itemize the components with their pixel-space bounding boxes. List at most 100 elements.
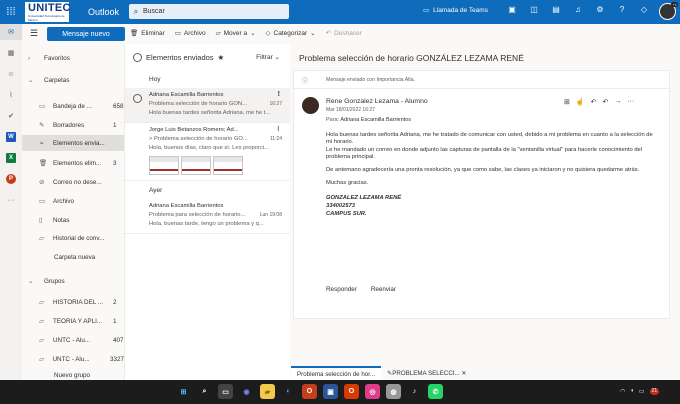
reply-all-icon[interactable]: ↶ bbox=[602, 98, 608, 106]
more-icon[interactable]: ··· bbox=[627, 98, 634, 106]
mail-icon[interactable]: ✉ bbox=[0, 24, 22, 40]
favorites-header[interactable]: › Favoritos bbox=[22, 50, 124, 66]
star-icon[interactable]: ★ bbox=[218, 53, 225, 62]
edge-icon[interactable]: ◐ bbox=[281, 384, 296, 399]
attachment-icon: ⌇ bbox=[276, 126, 280, 133]
tab-draft[interactable]: ✎ PROBLEMA SELECCI... ✕ bbox=[381, 366, 473, 380]
new-group-link[interactable]: Nuevo grupo bbox=[22, 370, 124, 380]
more-apps-icon[interactable]: ··· bbox=[0, 192, 22, 208]
inbox-icon: ▭ bbox=[39, 103, 46, 110]
groups-header[interactable]: ⌄ Grupos bbox=[22, 273, 124, 289]
forward-icon[interactable]: → bbox=[614, 98, 621, 106]
list-header: Elementos enviados ★ Filtrar ⌄ bbox=[125, 44, 290, 70]
taskbar-apps: ⊞ ⌕ ▭ ◉ ▰ ◐ O ▣ O ◎ ◍ ♪ ✆ bbox=[176, 384, 443, 399]
whatsapp-icon[interactable]: ✆ bbox=[428, 384, 443, 399]
my-day-icon[interactable]: ▤ bbox=[549, 5, 563, 14]
forward-button[interactable]: Reenviar bbox=[371, 286, 396, 293]
attachment-thumbnail[interactable] bbox=[213, 156, 243, 175]
list-item[interactable]: ! Adriana Escamilla Barrientos Problema … bbox=[125, 88, 290, 123]
meet-icon[interactable]: ▣ bbox=[505, 5, 519, 14]
search-input[interactable]: Buscar bbox=[143, 8, 165, 15]
file-explorer-icon[interactable]: ▰ bbox=[260, 384, 275, 399]
folder-item-junk[interactable]: ⊘ Correo no dese... bbox=[22, 174, 124, 190]
app-rail: ✉ ▦ ☺ ⌇ ✔ W X P ··· bbox=[0, 24, 22, 380]
word-icon[interactable]: W bbox=[6, 132, 16, 142]
sender-avatar[interactable] bbox=[302, 97, 319, 114]
feedback-icon[interactable]: ◇ bbox=[637, 5, 651, 14]
message-subject: Problema selección de horario GONZÁLEZ L… bbox=[299, 53, 524, 63]
onenote-icon[interactable]: ◫ bbox=[527, 5, 541, 14]
folder-item-notes[interactable]: ▯ Notas bbox=[22, 212, 124, 228]
apps-icon[interactable]: ⊞ bbox=[564, 98, 570, 106]
folders-header[interactable]: ⌄ Carpetas bbox=[22, 72, 124, 88]
new-folder-link[interactable]: Carpeta nueva bbox=[22, 249, 124, 265]
bell-icon[interactable]: ♫ bbox=[571, 5, 585, 14]
select-radio[interactable] bbox=[133, 94, 142, 103]
teams-call-button[interactable]: ▭ Llamada de Teams bbox=[423, 6, 488, 15]
search-icon[interactable]: ⌕ bbox=[197, 384, 212, 399]
calendar-icon[interactable]: ▦ bbox=[0, 45, 22, 61]
folder-item-inbox[interactable]: ▭ Bandeja de ... 658 bbox=[22, 98, 124, 114]
office-icon[interactable]: O bbox=[302, 384, 317, 399]
filter-button[interactable]: Filtrar ⌄ bbox=[256, 53, 280, 61]
command-bar: 🗑 Eliminar ▭ Archivo ▱ Mover a ⌄ ◇ Categoriza… bbox=[130, 24, 362, 42]
video-icon: ▭ bbox=[423, 7, 430, 14]
app-launcher-icon[interactable]: ⁞⁞⁞ bbox=[0, 0, 22, 24]
avatar[interactable]: +1 bbox=[659, 2, 678, 20]
archive-button[interactable]: ▭ Archivo bbox=[175, 29, 206, 38]
app-title[interactable]: Outlook bbox=[88, 7, 128, 17]
windows-start-icon[interactable]: ⊞ bbox=[176, 384, 191, 399]
notification-badge[interactable]: 21 bbox=[649, 388, 660, 395]
folder-item-sent[interactable]: ➢ Elementos envia... bbox=[22, 135, 124, 151]
undo-icon: ↶ bbox=[325, 30, 332, 37]
reply-button[interactable]: Responder bbox=[326, 286, 357, 293]
delete-button[interactable]: 🗑 Eliminar bbox=[130, 29, 165, 38]
select-all-checkbox[interactable] bbox=[133, 52, 142, 62]
group-item[interactable]: ▱ UNTC - Alu... 3327 bbox=[22, 351, 124, 367]
store-icon[interactable]: ▣ bbox=[323, 384, 338, 399]
battery-icon[interactable]: ▭ bbox=[639, 388, 645, 395]
new-mail-button[interactable]: Mensaje nuevo bbox=[47, 27, 125, 41]
folder-item-drafts[interactable]: ✎ Borradores 1 bbox=[22, 117, 124, 133]
sender-name[interactable]: Rene Gonzalez Lezama - Alumno bbox=[326, 98, 428, 105]
attachment-thumbnail[interactable] bbox=[181, 156, 211, 175]
attachment-thumbnail[interactable] bbox=[149, 156, 179, 175]
tab-message[interactable]: Problema selección de hor... bbox=[291, 366, 382, 380]
volume-icon[interactable]: ◖ bbox=[630, 388, 634, 395]
info-icon: ⓘ bbox=[302, 79, 309, 85]
undo-button[interactable]: ↶ Deshacer bbox=[325, 29, 362, 38]
folder-item-archive[interactable]: ▭ Archivo bbox=[22, 193, 124, 209]
group-item[interactable]: ▱ TEORIA Y APLI... 1 bbox=[22, 313, 124, 329]
office-app-icon[interactable]: O bbox=[344, 384, 359, 399]
menu-icon[interactable]: ☰ bbox=[30, 28, 38, 39]
task-view-icon[interactable]: ▭ bbox=[218, 384, 233, 399]
folder-pane: › Favoritos ⌄ Carpetas ▭ Bandeja de ... 658 … bbox=[22, 44, 124, 380]
group-item[interactable]: ▱ HISTORIA DEL ... 2 bbox=[22, 294, 124, 310]
instagram-icon[interactable]: ◎ bbox=[365, 384, 380, 399]
chevron-right-icon: › bbox=[28, 54, 31, 62]
move-to-button[interactable]: ▱ Mover a ⌄ bbox=[216, 29, 256, 38]
chrome-icon[interactable]: ◍ bbox=[386, 384, 401, 399]
powerpoint-icon[interactable]: P bbox=[6, 174, 16, 184]
excel-icon[interactable]: X bbox=[6, 153, 16, 163]
list-item[interactable]: ⌇ Jorge Luis Betanzos Romero; Ad... > Pr… bbox=[125, 123, 290, 181]
gear-icon[interactable]: ⚙ bbox=[593, 5, 607, 14]
close-icon[interactable]: ✕ bbox=[461, 370, 466, 377]
wifi-icon[interactable]: ◠ bbox=[620, 388, 625, 395]
folder-item-deleted[interactable]: 🗑 Elementos elim... 3 bbox=[22, 155, 124, 171]
folder-item-history[interactable]: ▱ Historial de conv... bbox=[22, 230, 124, 246]
reading-pane: Problema selección de horario GONZÁLEZ L… bbox=[291, 44, 680, 380]
group-item[interactable]: ▱ UNTC - Alu... 407 bbox=[22, 332, 124, 348]
attach-icon[interactable]: ⌇ bbox=[0, 87, 22, 103]
categorize-button[interactable]: ◇ Categorizar ⌄ bbox=[266, 29, 316, 38]
search-box[interactable]: ⌕ Buscar bbox=[129, 4, 289, 19]
list-item[interactable]: Adriana Escamilla Barrientos Problema pa… bbox=[125, 199, 290, 234]
like-icon[interactable]: ☝ bbox=[576, 98, 585, 106]
help-icon[interactable]: ? bbox=[615, 5, 629, 14]
reply-icon[interactable]: ↶ bbox=[591, 98, 597, 106]
people-icon[interactable]: ☺ bbox=[0, 66, 22, 82]
header-actions: ▣ ◫ ▤ ♫ ⚙ ? ◇ bbox=[505, 5, 651, 14]
todo-icon[interactable]: ✔ bbox=[0, 108, 22, 124]
teams-icon[interactable]: ◉ bbox=[239, 384, 254, 399]
tiktok-icon[interactable]: ♪ bbox=[407, 384, 422, 399]
